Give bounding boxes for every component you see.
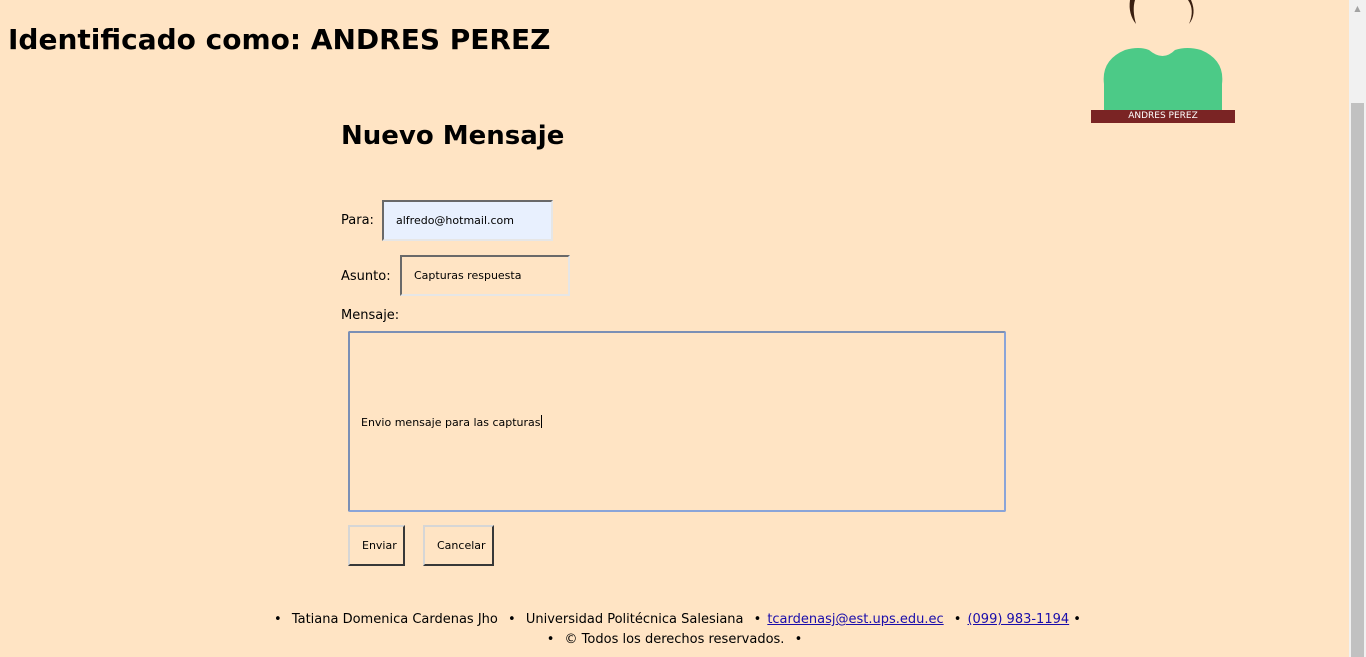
- avatar-name-label: ANDRES PEREZ: [1091, 110, 1235, 123]
- to-input[interactable]: [382, 200, 553, 241]
- footer-bullet: •: [953, 612, 962, 627]
- footer-bullet: •: [508, 612, 516, 627]
- cancel-button[interactable]: Cancelar: [423, 525, 494, 566]
- footer-university: Universidad Politécnica Salesiana: [525, 612, 744, 627]
- subject-input[interactable]: [400, 255, 570, 296]
- page: Identificado como: ANDRES PEREZ ANDRES P…: [0, 0, 1349, 657]
- scroll-up-arrow-icon[interactable]: ▲: [1349, 0, 1366, 17]
- footer-line-2: • © Todos los derechos reservados. •: [0, 630, 1349, 650]
- footer-bullet: •: [753, 612, 762, 627]
- new-message-title: Nuevo Mensaje: [341, 121, 565, 151]
- message-label: Mensaje:: [341, 308, 400, 323]
- user-avatar: ANDRES PEREZ: [1091, 0, 1235, 123]
- to-label: Para:: [341, 213, 374, 228]
- text-caret: [540, 415, 542, 428]
- footer-phone-link[interactable]: (099) 983-1194: [967, 612, 1069, 627]
- footer: • Tatiana Domenica Cardenas Jho • Univer…: [0, 610, 1349, 650]
- message-text: Envio mensaje para las capturas: [361, 415, 542, 429]
- footer-bullet: •: [546, 632, 555, 647]
- subject-label: Asunto:: [341, 269, 391, 284]
- footer-bullet: •: [1073, 612, 1081, 627]
- footer-rights: © Todos los derechos reservados.: [564, 632, 785, 647]
- footer-bullet: •: [274, 612, 282, 627]
- send-button[interactable]: Enviar: [348, 525, 405, 566]
- footer-email-link[interactable]: tcardenasj@est.ups.edu.ec: [767, 612, 943, 627]
- footer-author: Tatiana Domenica Cardenas Jho: [291, 612, 498, 627]
- avatar-figure-icon: [1103, 0, 1223, 110]
- footer-bullet: •: [794, 632, 803, 647]
- footer-line-1: • Tatiana Domenica Cardenas Jho • Univer…: [0, 610, 1349, 630]
- identified-as-heading: Identificado como: ANDRES PEREZ: [8, 23, 551, 56]
- scrollbar-thumb[interactable]: [1351, 103, 1364, 657]
- message-textarea[interactable]: Envio mensaje para las capturas: [348, 331, 1006, 512]
- vertical-scrollbar[interactable]: ▲: [1349, 0, 1366, 657]
